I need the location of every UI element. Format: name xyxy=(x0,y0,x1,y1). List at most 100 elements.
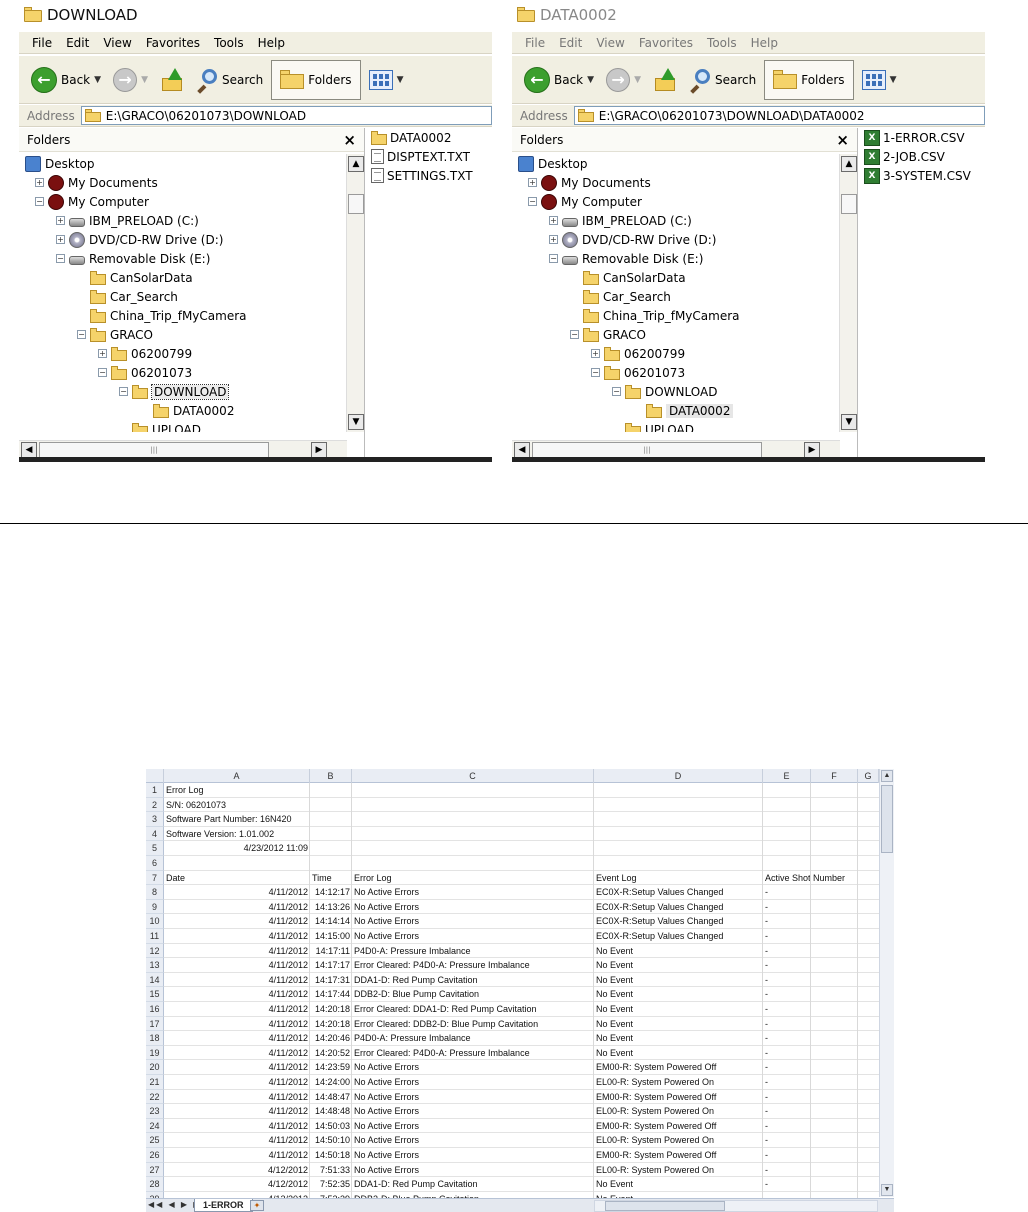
table-cell[interactable]: EM00-R: System Powered Off xyxy=(594,1148,718,1163)
row-header[interactable]: 21 xyxy=(146,1075,164,1090)
table-cell[interactable]: 4/11/2012 xyxy=(164,1017,310,1032)
table-cell[interactable]: 4/11/2012 xyxy=(164,1046,310,1061)
tree-item[interactable]: China_Trip_fMyCamera xyxy=(570,306,740,325)
table-cell[interactable]: - xyxy=(763,1133,770,1148)
up-button[interactable] xyxy=(649,60,681,100)
table-cell[interactable]: 14:14:14 xyxy=(310,914,352,929)
expand-icon[interactable]: + xyxy=(549,216,558,225)
tree-item[interactable]: CanSolarData xyxy=(77,268,193,287)
title-bar[interactable]: DATA0002 xyxy=(512,0,985,30)
table-cell[interactable]: 14:17:11 xyxy=(310,944,352,959)
file-item[interactable]: X 1-ERROR.CSV xyxy=(864,128,965,147)
table-cell[interactable]: 14:17:17 xyxy=(310,958,352,973)
row-header[interactable]: 26 xyxy=(146,1148,164,1163)
column-header[interactable]: A xyxy=(164,769,310,783)
row-header[interactable]: 10 xyxy=(146,914,164,929)
menu-tools[interactable]: Tools xyxy=(207,36,251,50)
horizontal-scrollbar[interactable]: ◀ ||| ▶ xyxy=(19,440,347,458)
table-cell[interactable]: - xyxy=(763,1090,770,1105)
vertical-scrollbar[interactable]: ▲ ▼ xyxy=(879,769,894,1197)
folders-button[interactable]: Folders xyxy=(271,59,361,100)
table-cell[interactable]: 4/11/2012 xyxy=(164,1133,310,1148)
tree-item[interactable]: DATA0002 xyxy=(140,401,234,420)
tree-item[interactable]: Car_Search xyxy=(77,287,178,306)
table-cell[interactable]: No Active Errors xyxy=(352,1148,421,1163)
tree-item[interactable]: UPLOAD xyxy=(119,420,201,432)
table-cell[interactable]: EC0X-R:Setup Values Changed xyxy=(594,929,725,944)
table-cell[interactable]: Error Log xyxy=(352,871,394,886)
table-cell[interactable]: EM00-R: System Powered Off xyxy=(594,1119,718,1134)
table-cell[interactable]: P4D0-A: Pressure Imbalance xyxy=(352,1031,473,1046)
table-cell[interactable]: 4/11/2012 xyxy=(164,973,310,988)
tree-item[interactable]: − My Computer xyxy=(35,192,149,211)
file-item[interactable]: SETTINGS.TXT xyxy=(371,166,473,185)
tree-item[interactable]: − Removable Disk (E:) xyxy=(56,249,210,268)
expand-icon[interactable]: + xyxy=(98,349,107,358)
row-header[interactable]: 23 xyxy=(146,1104,164,1119)
menu-view[interactable]: View xyxy=(96,36,138,50)
tree-item[interactable]: CanSolarData xyxy=(570,268,686,287)
views-button[interactable]: ▼ xyxy=(365,60,408,100)
column-header[interactable]: G xyxy=(858,769,879,783)
tree-item[interactable]: UPLOAD xyxy=(612,420,694,432)
row-header[interactable]: 28 xyxy=(146,1177,164,1192)
search-button[interactable]: Search xyxy=(192,60,267,100)
table-cell[interactable]: 14:12:17 xyxy=(310,885,352,900)
expand-icon[interactable]: + xyxy=(56,216,65,225)
table-cell[interactable]: No Event xyxy=(594,987,635,1002)
tree-item[interactable]: + DVD/CD-RW Drive (D:) xyxy=(549,230,716,249)
row-header[interactable]: 14 xyxy=(146,972,164,988)
table-cell[interactable]: No Active Errors xyxy=(352,914,421,929)
tree-item[interactable]: − 06201073 xyxy=(98,363,192,382)
row-header[interactable]: 2 xyxy=(146,797,164,813)
table-cell[interactable]: DDB2-D: Blue Pump Cavitation xyxy=(352,987,481,1002)
tree-item[interactable]: − My Computer xyxy=(528,192,642,211)
collapse-icon[interactable]: − xyxy=(528,197,537,206)
table-cell[interactable]: - xyxy=(763,914,770,929)
row-header[interactable]: 6 xyxy=(146,856,164,871)
table-cell[interactable]: - xyxy=(763,1119,770,1134)
table-cell[interactable]: 4/11/2012 xyxy=(164,885,310,900)
row-header[interactable]: 25 xyxy=(146,1133,164,1148)
file-item[interactable]: DATA0002 xyxy=(371,128,451,147)
table-cell[interactable]: No Active Errors xyxy=(352,1090,421,1105)
back-button[interactable]: ← Back ▼ xyxy=(520,60,598,100)
table-cell[interactable]: 14:24:00 xyxy=(310,1075,352,1090)
table-cell[interactable]: 4/12/2012 xyxy=(164,1177,310,1192)
table-cell[interactable]: 14:48:48 xyxy=(310,1104,352,1119)
table-cell[interactable]: 4/11/2012 xyxy=(164,958,310,973)
tree-item[interactable]: − DOWNLOAD xyxy=(119,382,230,401)
tree-item[interactable]: + IBM_PRELOAD (C:) xyxy=(56,211,199,230)
collapse-icon[interactable]: − xyxy=(119,387,128,396)
expand-icon[interactable]: + xyxy=(56,235,65,244)
tree-item[interactable]: + My Documents xyxy=(528,173,651,192)
table-cell[interactable]: - xyxy=(763,900,770,915)
table-cell[interactable]: 4/11/2012 xyxy=(164,1090,310,1105)
back-button[interactable]: ← Back ▼ xyxy=(27,60,105,100)
table-cell[interactable]: No Active Errors xyxy=(352,1119,421,1134)
table-cell[interactable]: No Event xyxy=(594,944,635,959)
collapse-icon[interactable]: − xyxy=(612,387,621,396)
table-cell[interactable]: DDA1-D: Red Pump Cavitation xyxy=(352,1177,480,1192)
collapse-icon[interactable]: − xyxy=(98,368,107,377)
table-cell[interactable]: EL00-R: System Powered On xyxy=(594,1133,716,1148)
tree-item[interactable]: + IBM_PRELOAD (C:) xyxy=(549,211,692,230)
table-cell[interactable]: 14:20:18 xyxy=(310,1017,352,1032)
row-header[interactable]: 3 xyxy=(146,812,164,827)
table-cell[interactable]: 4/11/2012 xyxy=(164,1148,310,1163)
horizontal-scrollbar[interactable] xyxy=(594,1200,878,1212)
table-cell[interactable]: EM00-R: System Powered Off xyxy=(594,1090,718,1105)
row-header[interactable]: 18 xyxy=(146,1031,164,1046)
scroll-down-icon[interactable]: ▼ xyxy=(348,414,364,430)
address-input[interactable]: E:\GRACO\06201073\DOWNLOAD xyxy=(80,106,492,125)
table-cell[interactable]: No Active Errors xyxy=(352,1104,421,1119)
forward-button[interactable]: → ▼ xyxy=(109,60,152,100)
table-cell[interactable]: - xyxy=(763,1177,770,1192)
row-header[interactable]: 12 xyxy=(146,943,164,959)
scroll-up-icon[interactable]: ▲ xyxy=(881,770,893,782)
table-cell[interactable]: 14:23:59 xyxy=(310,1060,352,1075)
new-sheet-icon[interactable]: ✦ xyxy=(250,1200,264,1211)
table-cell[interactable]: 4/11/2012 xyxy=(164,900,310,915)
table-cell[interactable]: EC0X-R:Setup Values Changed xyxy=(594,900,725,915)
table-cell[interactable]: Software Version: 1.01.002 xyxy=(164,827,276,842)
